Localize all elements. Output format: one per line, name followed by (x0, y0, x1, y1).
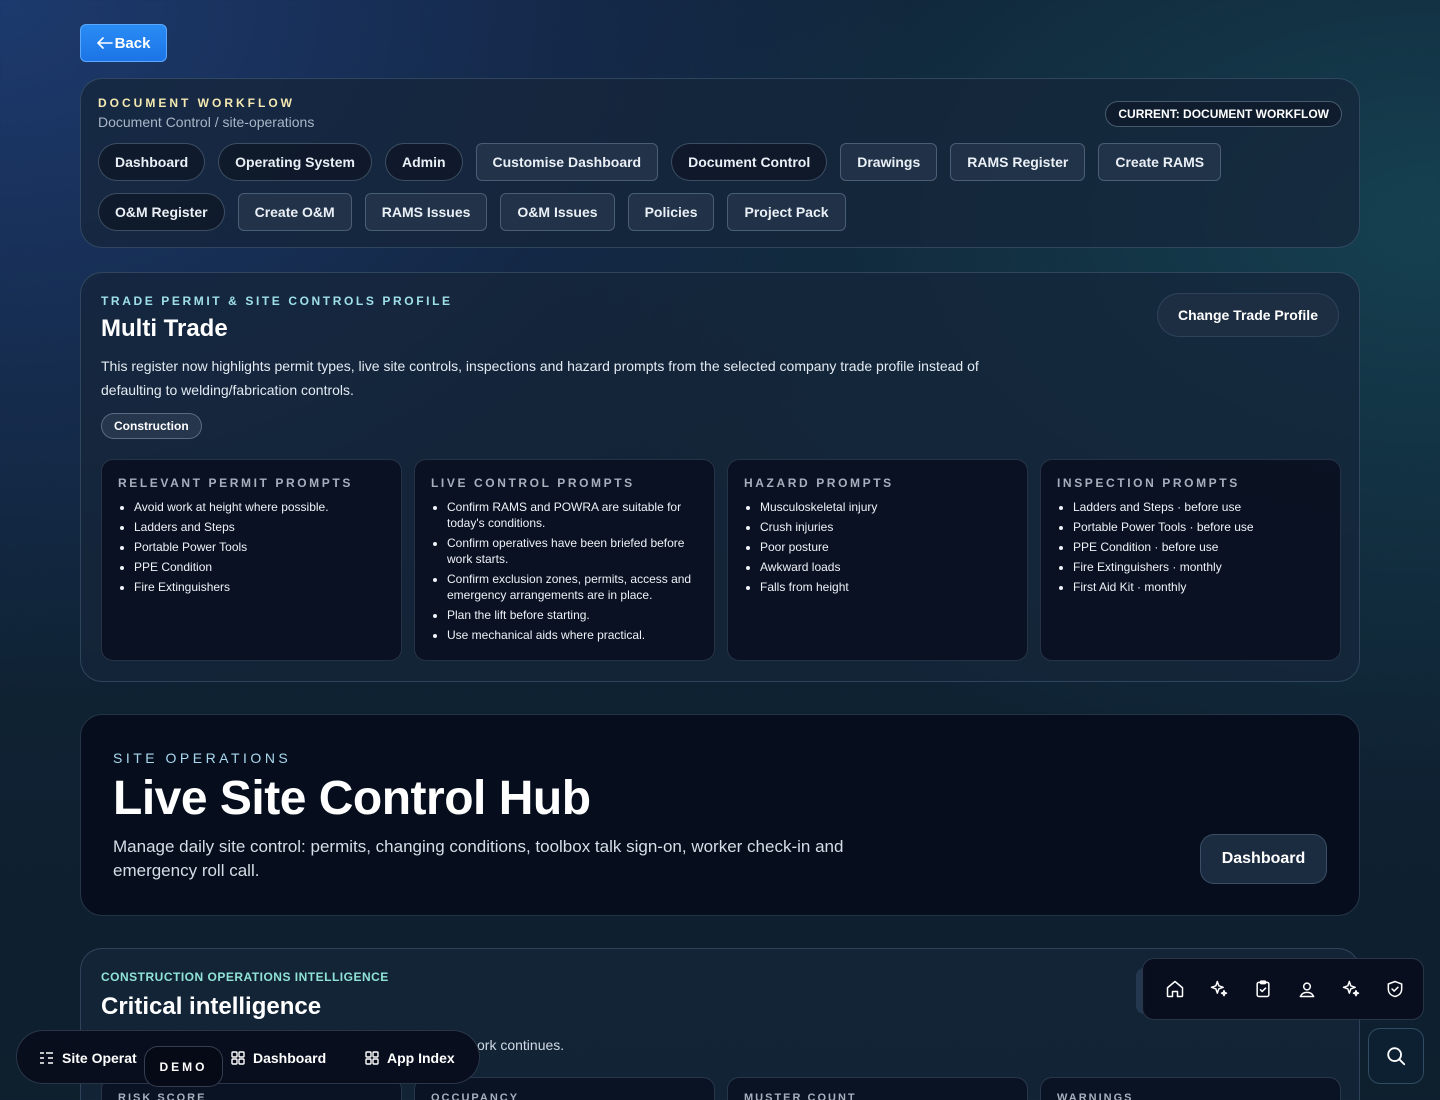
card-heading: LIVE CONTROL PROMPTS (431, 476, 635, 490)
nav-operating-system[interactable]: Operating System (218, 143, 372, 181)
dock-app-index[interactable]: App Index (365, 1031, 455, 1085)
dock-site-operations[interactable]: Site Operat (39, 1031, 137, 1085)
workflow-eyebrow: DOCUMENT WORKFLOW (98, 96, 295, 110)
home-icon[interactable] (1163, 977, 1187, 1001)
shield-check-icon[interactable] (1383, 977, 1407, 1001)
intelligence-title: Critical intelligence (101, 993, 322, 1020)
list-item: Portable Power Tools (134, 539, 385, 555)
list-item: Use mechanical aids where practical. (447, 627, 698, 643)
dock-dashboard[interactable]: Dashboard (231, 1031, 326, 1085)
prompt-cards: RELEVANT PERMIT PROMPTS Avoid work at he… (101, 459, 1341, 661)
hub-dashboard-button[interactable]: Dashboard (1200, 834, 1327, 884)
clipboard-check-icon[interactable] (1251, 977, 1275, 1001)
arrow-left-icon (96, 37, 113, 49)
sparkles-icon[interactable] (1207, 977, 1231, 1001)
dock-item-label: Site Operat (62, 1050, 137, 1066)
list-item: Poor posture (760, 539, 1011, 555)
list-item: Confirm RAMS and POWRA are suitable for … (447, 499, 698, 531)
nav-om-issues[interactable]: O&M Issues (500, 193, 615, 231)
nav-rams-issues[interactable]: RAMS Issues (364, 193, 488, 231)
live-site-control-hub: SITE OPERATIONS Live Site Control Hub Ma… (80, 714, 1360, 916)
card-heading: RELEVANT PERMIT PROMPTS (118, 476, 353, 490)
search-icon (1385, 1045, 1407, 1067)
list-item: Ladders and Steps · before use (1073, 499, 1324, 515)
workflow-breadcrumb: Document Control / site-operations (98, 114, 315, 130)
list-item: Crush injuries (760, 519, 1011, 535)
nav-project-pack[interactable]: Project Pack (727, 193, 846, 231)
hub-eyebrow: SITE OPERATIONS (113, 750, 292, 766)
list-item: Confirm exclusion zones, permits, access… (447, 571, 698, 603)
nav-drawings[interactable]: Drawings (840, 143, 938, 181)
intelligence-description: ork continues. (477, 1037, 565, 1053)
live-control-prompts-card: LIVE CONTROL PROMPTS Confirm RAMS and PO… (414, 459, 715, 661)
nav-create-om[interactable]: Create O&M (237, 193, 352, 231)
document-workflow-panel: DOCUMENT WORKFLOW Document Control / sit… (80, 78, 1360, 248)
sparkles-icon[interactable] (1339, 977, 1363, 1001)
trade-profile-eyebrow: TRADE PERMIT & SITE CONTROLS PROFILE (101, 294, 453, 308)
dock-item-label: Dashboard (253, 1050, 327, 1066)
nav-rams-register[interactable]: RAMS Register (950, 143, 1086, 181)
list-item: Portable Power Tools · before use (1073, 519, 1324, 535)
nav-document-control[interactable]: Document Control (671, 143, 828, 181)
quick-actions-toolbar (1142, 958, 1424, 1020)
hub-description: Manage daily site control: permits, chan… (113, 837, 844, 880)
intelligence-eyebrow: CONSTRUCTION OPERATIONS INTELLIGENCE (101, 970, 389, 984)
muster-count-card: MUSTER COUNT (727, 1077, 1028, 1100)
list-item: Musculoskeletal injury (760, 499, 1011, 515)
list-item: Falls from height (760, 579, 1011, 595)
list-item: First Aid Kit · monthly (1073, 579, 1324, 595)
list-item: Avoid work at height where possible. (134, 499, 385, 515)
inspection-prompts-card: INSPECTION PROMPTS Ladders and Steps · b… (1040, 459, 1341, 661)
grid-icon (365, 1051, 379, 1065)
workflow-nav: Dashboard Operating System Admin Customi… (98, 143, 1248, 231)
permit-prompts-card: RELEVANT PERMIT PROMPTS Avoid work at he… (101, 459, 402, 661)
list-item: PPE Condition (134, 559, 385, 575)
current-workflow-badge: CURRENT: DOCUMENT WORKFLOW (1105, 101, 1342, 127)
trade-profile-panel: TRADE PERMIT & SITE CONTROLS PROFILE Mul… (80, 272, 1360, 682)
page-title: Live Site Control Hub (113, 772, 591, 825)
dock-item-label: App Index (387, 1050, 455, 1066)
nav-customise-dashboard[interactable]: Customise Dashboard (475, 143, 659, 181)
back-button[interactable]: Back (80, 24, 167, 62)
nav-policies[interactable]: Policies (627, 193, 715, 231)
back-label: Back (114, 34, 151, 52)
nav-dashboard[interactable]: Dashboard (98, 143, 206, 181)
list-tree-icon (39, 1051, 54, 1065)
nav-create-rams[interactable]: Create RAMS (1098, 143, 1222, 181)
search-button[interactable] (1368, 1028, 1424, 1084)
nav-om-register[interactable]: O&M Register (98, 193, 225, 231)
user-pin-icon[interactable] (1295, 977, 1319, 1001)
list-item: Ladders and Steps (134, 519, 385, 535)
card-heading: INSPECTION PROMPTS (1057, 476, 1240, 490)
nav-admin[interactable]: Admin (384, 143, 463, 181)
list-item: Plan the lift before starting. (447, 607, 698, 623)
trade-profile-title: Multi Trade (101, 315, 228, 342)
list-item: PPE Condition · before use (1073, 539, 1324, 555)
trade-profile-description: This register now highlights permit type… (101, 358, 979, 398)
warnings-card: WARNINGS (1040, 1077, 1341, 1100)
trade-tag: Construction (101, 413, 202, 439)
grid-icon (231, 1051, 245, 1065)
demo-badge: DEMO (144, 1046, 223, 1087)
list-item: Confirm operatives have been briefed bef… (447, 535, 698, 567)
card-heading: HAZARD PROMPTS (744, 476, 894, 490)
hazard-prompts-card: HAZARD PROMPTS Musculoskeletal injury Cr… (727, 459, 1028, 661)
list-item: Fire Extinguishers · monthly (1073, 559, 1324, 575)
change-trade-profile-button[interactable]: Change Trade Profile (1156, 293, 1339, 337)
list-item: Fire Extinguishers (134, 579, 385, 595)
bottom-dock: Site Operat Dashboard App Index (16, 1030, 480, 1084)
list-item: Awkward loads (760, 559, 1011, 575)
